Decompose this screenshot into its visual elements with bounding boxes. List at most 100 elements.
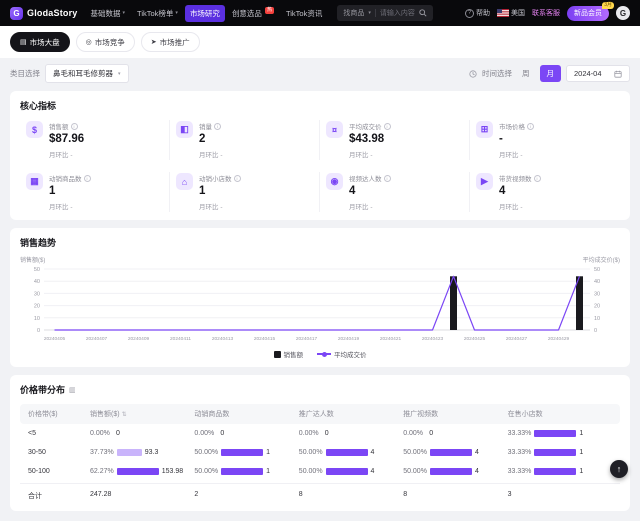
- priceband-header: 价格带($)销售额($)⇅动销商品数推广达人数推广视频数在售小店数: [20, 404, 620, 424]
- nav-item-2[interactable]: TikTok榜单▾: [132, 5, 183, 22]
- distribution-bar: [117, 449, 142, 456]
- svg-text:10: 10: [594, 316, 600, 322]
- nav-item-label: 市场研究: [190, 8, 220, 19]
- video-creators-icon: ◉: [326, 173, 343, 190]
- nav-item-1[interactable]: 基础数据▾: [86, 5, 131, 22]
- help-icon: ?: [465, 9, 474, 18]
- metric-value: 1: [199, 185, 241, 197]
- core-metrics-card: 核心指标 $销售额 i$87.96月环比 -◧销量 i2月环比 -¤平均成交价 …: [10, 91, 630, 220]
- info-icon[interactable]: i: [527, 123, 534, 130]
- category-select[interactable]: 鼻毛和耳毛修剪器 ▾: [45, 64, 129, 83]
- column-header-2[interactable]: 销售额($)⇅: [90, 409, 194, 419]
- contact-support-button[interactable]: 联系客服: [532, 8, 560, 18]
- metric-active-products: ▦动销商品数 i1月环比 -: [20, 172, 170, 212]
- info-icon[interactable]: i: [384, 123, 391, 130]
- metric-sales-volume: ◧销量 i2月环比 -: [170, 120, 320, 160]
- metric-mom: 月环比 -: [26, 201, 163, 211]
- svg-text:20240409: 20240409: [128, 336, 150, 342]
- sort-icon[interactable]: ⇅: [122, 411, 127, 418]
- vip-month-badge: 3月: [602, 2, 614, 9]
- price-band-title-row: 价格带分布 ▥: [20, 383, 620, 396]
- legend-item[interactable]: 销售额: [274, 349, 304, 359]
- brand-logo-icon: G: [10, 7, 23, 20]
- metric-mom: 月环比 -: [476, 201, 614, 211]
- total-label: 合计: [28, 491, 90, 501]
- info-icon[interactable]: i: [71, 123, 78, 130]
- tab-2[interactable]: ◎市场竞争: [76, 32, 135, 52]
- column-header-3: 动销商品数: [194, 409, 298, 419]
- table-row: <50.00%00.00%00.00%00.00%033.33%1: [20, 424, 620, 443]
- legend-item[interactable]: 平均成交价: [317, 349, 367, 359]
- nav-item-label: 创意选品: [232, 8, 262, 19]
- metric-market-price: ⊞市场价格 i-月环比 -: [470, 120, 620, 160]
- us-flag-icon: [497, 9, 509, 17]
- country-selector[interactable]: 美国: [497, 8, 525, 18]
- axis-labels: 销售额($) 平均成交价($): [20, 255, 620, 264]
- help-button[interactable]: ? 帮助: [465, 8, 490, 18]
- avg-deal-price-icon: ¤: [326, 121, 343, 138]
- market-price-icon: ⊞: [476, 121, 493, 138]
- info-icon[interactable]: i: [234, 175, 241, 182]
- main-content: 核心指标 $销售额 i$87.96月环比 -◧销量 i2月环比 -¤平均成交价 …: [0, 89, 640, 521]
- search-input[interactable]: 请输入内容: [380, 8, 415, 18]
- metric-value: 1: [49, 185, 91, 197]
- table-cell: 37.73%93.3: [90, 449, 194, 456]
- trend-legend: 销售额 平均成交价: [20, 349, 620, 359]
- vip-membership-button[interactable]: 新品会员 3月: [567, 6, 609, 21]
- distribution-bar: [430, 449, 472, 456]
- svg-text:20240405: 20240405: [44, 336, 66, 342]
- week-toggle[interactable]: 周: [517, 65, 535, 82]
- table-cell: 33.33%1: [508, 430, 612, 437]
- table-cell: 50.00%1: [194, 449, 298, 456]
- svg-text:20240417: 20240417: [296, 336, 318, 342]
- top-navbar: G GlodaStory 基础数据▾TikTok榜单▾ 市场研究创意选品热 TikT…: [0, 0, 640, 26]
- metric-label: 平均成交价 i: [349, 121, 391, 131]
- total-value: 8: [299, 491, 403, 501]
- tab-label: 市场推广: [160, 37, 190, 48]
- tab-icon: ◎: [86, 38, 92, 46]
- sales-trend-title: 销售趋势: [20, 236, 620, 249]
- svg-text:20: 20: [34, 304, 40, 310]
- info-icon[interactable]: i: [214, 123, 221, 130]
- total-value: 3: [508, 491, 612, 501]
- avatar[interactable]: G: [616, 6, 630, 20]
- svg-text:20240429: 20240429: [548, 336, 570, 342]
- distribution-bar: [326, 468, 368, 475]
- info-icon[interactable]: i: [84, 175, 91, 182]
- table-cell: 33.33%1: [508, 468, 612, 475]
- distribution-bar: [430, 468, 472, 475]
- chevron-down-icon: ▾: [175, 10, 178, 16]
- search-category-select[interactable]: 找商品: [343, 8, 364, 18]
- table-cell: 50.00%4: [403, 449, 507, 456]
- metric-mom: 月环比 -: [326, 149, 463, 159]
- brand-logo[interactable]: G GlodaStory: [10, 7, 78, 20]
- nav-item-label: TikTok资讯: [286, 8, 322, 19]
- divider: [375, 9, 376, 17]
- svg-text:20240413: 20240413: [212, 336, 234, 342]
- svg-text:20: 20: [594, 304, 600, 310]
- metric-video-creators: ◉视频达人数 i4月环比 -: [320, 172, 470, 212]
- date-picker[interactable]: 2024-04: [566, 65, 630, 82]
- tab-1[interactable]: ▤市场大盘: [10, 32, 70, 52]
- category-filter-label: 类目选择: [10, 68, 40, 79]
- table-cell: 0.00%0: [90, 430, 194, 437]
- distribution-bar: [117, 468, 159, 475]
- nav-item-3[interactable]: 市场研究: [185, 5, 225, 22]
- metric-label: 动销小店数 i: [199, 173, 241, 183]
- sales-trend-card: 销售趋势 销售额($) 平均成交价($) 0010102020303040405…: [10, 228, 630, 367]
- metric-mom: 月环比 -: [26, 149, 163, 159]
- metric-sales-amount: $销售额 i$87.96月环比 -: [20, 120, 170, 160]
- band-label: <5: [28, 430, 90, 437]
- sales-volume-icon: ◧: [176, 121, 193, 138]
- month-toggle[interactable]: 月: [540, 65, 562, 82]
- legend-line-swatch: [317, 353, 331, 355]
- search-box[interactable]: 找商品 ▾ 请输入内容: [337, 5, 433, 21]
- info-icon[interactable]: i: [534, 175, 541, 182]
- search-icon[interactable]: [419, 9, 427, 17]
- back-to-top-button[interactable]: ↑: [610, 460, 628, 478]
- tab-3[interactable]: ➤市场推广: [141, 32, 200, 52]
- nav-item-5[interactable]: TikTok资讯: [281, 5, 327, 22]
- metric-value: 4: [349, 185, 391, 197]
- nav-item-4[interactable]: 创意选品热: [227, 5, 279, 22]
- info-icon[interactable]: i: [384, 175, 391, 182]
